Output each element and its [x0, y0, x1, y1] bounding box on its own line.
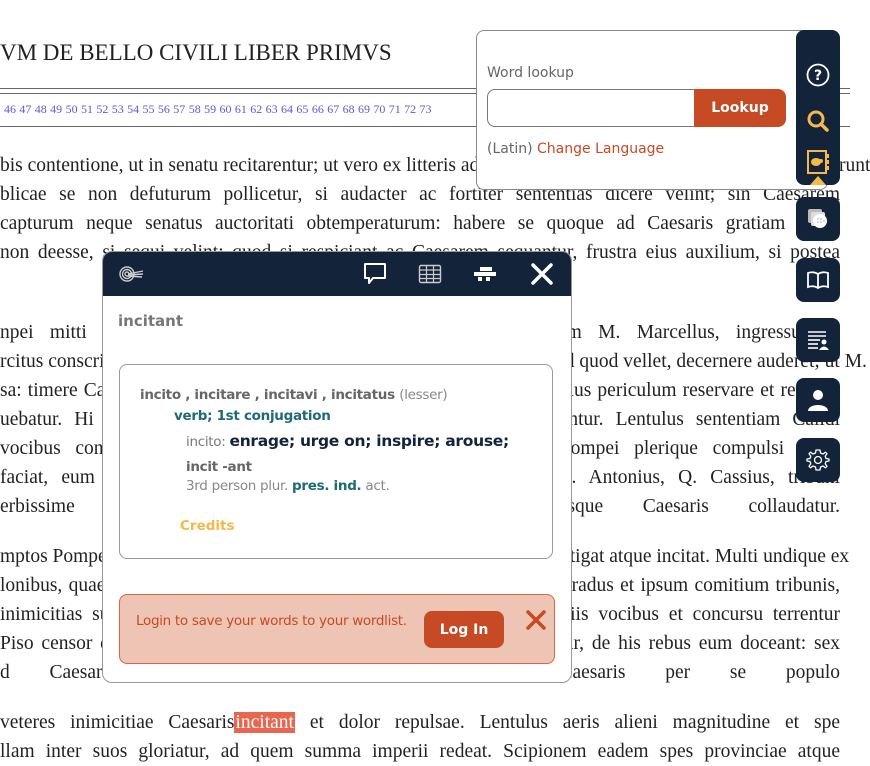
svg-text:?: ? [814, 68, 822, 84]
page-link[interactable]: 60 [219, 102, 231, 116]
highlighted-word[interactable]: incitant [234, 712, 295, 733]
close-icon [531, 263, 553, 285]
page-link[interactable]: 59 [204, 102, 216, 116]
page-link[interactable]: 69 [358, 102, 370, 116]
definition-text: enrage; urge on; inspire; arouse; [229, 432, 509, 450]
login-button[interactable]: Log In [424, 611, 504, 648]
page-link[interactable]: 61 [235, 102, 247, 116]
gear-icon [806, 449, 830, 471]
table-icon [418, 264, 442, 284]
text-segment: veteres inimicitiae Caesaris [0, 712, 235, 733]
selected-word: incitant [118, 312, 183, 330]
page-link[interactable]: 56 [158, 102, 170, 116]
page-link[interactable]: 55 [143, 102, 155, 116]
change-language-link[interactable]: Change Language [537, 141, 664, 157]
reader-button[interactable] [796, 258, 840, 302]
toolbar-panel: ? [796, 30, 840, 185]
close-icon [526, 610, 546, 630]
help-button[interactable]: ? [796, 60, 840, 90]
close-popup-button[interactable] [527, 252, 557, 296]
parse-button[interactable] [471, 252, 499, 296]
principal-parts: incito , incitare , incitavi , incitatus… [140, 387, 448, 403]
login-banner: Login to save your words to your wordlis… [119, 594, 555, 664]
page-link[interactable]: 72 [404, 102, 416, 116]
frequency-label: (lesser) [399, 387, 448, 403]
parse-blocks-icon [474, 267, 496, 281]
search-icon [807, 110, 829, 132]
page-link[interactable]: 49 [50, 102, 62, 116]
language-row: (Latin) Change Language [487, 141, 664, 157]
text-line: capturum neque senatus auctoritati obtem… [0, 213, 840, 234]
open-book-icon [807, 271, 829, 290]
page-link[interactable]: 58 [189, 102, 201, 116]
text-line: veteres inimicitiae Caesarisincitant et … [0, 708, 840, 737]
credits-link[interactable]: Credits [180, 518, 235, 534]
dictionary-book-icon [807, 150, 829, 174]
popup-header [103, 252, 571, 296]
page-link[interactable]: 65 [296, 102, 308, 116]
page-link[interactable]: 54 [127, 102, 139, 116]
page-link[interactable]: 66 [312, 102, 324, 116]
page-link[interactable]: 64 [281, 102, 293, 116]
word-lookup-panel: Word lookup Lookup (Latin) Change Langua… [476, 30, 828, 190]
morph-tense: pres. ind. [292, 478, 362, 494]
page-number-nav: 46 47 48 49 50 51 52 53 54 55 56 57 58 59 60 61 62 63 64 65… [4, 102, 435, 117]
page-link[interactable]: 52 [96, 102, 108, 116]
page-link[interactable]: 50 [66, 102, 78, 116]
dictionary-entry: incito , incitare , incitavi , incitatus… [119, 364, 553, 559]
active-indicator-icon [810, 176, 826, 185]
page-link[interactable]: 67 [327, 102, 339, 116]
part-of-speech: verb; 1st conjugation [174, 408, 331, 424]
dictionary-button[interactable] [796, 148, 840, 178]
logo-icon [119, 266, 144, 282]
page-link[interactable]: 62 [250, 102, 262, 116]
page-link[interactable]: 63 [266, 102, 278, 116]
text-line: llam inter suos gloriatur, ad quem summa… [0, 741, 840, 762]
wordlist-button[interactable] [796, 318, 840, 362]
current-language: (Latin) [487, 141, 533, 157]
page-link[interactable]: 53 [112, 102, 124, 116]
definition-lemma: incito: [186, 434, 226, 450]
speech-bubble-icon [364, 263, 386, 284]
page-link[interactable]: 51 [81, 102, 93, 116]
morph-person: 3rd person plur. [186, 478, 289, 494]
morph-voice: act. [365, 478, 390, 494]
login-message: Login to save your words to your wordlis… [136, 613, 407, 629]
flashcards-icon [808, 209, 827, 228]
search-button[interactable] [796, 106, 840, 136]
page-link[interactable]: 47 [19, 102, 31, 116]
text-segment: et dolor repulsae. Lentulus aeris alieni… [294, 712, 840, 733]
table-button[interactable] [416, 252, 444, 296]
account-button[interactable] [796, 378, 840, 422]
dismiss-login-button[interactable] [522, 605, 550, 635]
stem-ending: incit -ant [186, 459, 252, 475]
question-circle-icon: ? [806, 63, 830, 87]
app-logo [117, 252, 145, 296]
definition: incito: enrage; urge on; inspire; arouse… [186, 432, 509, 450]
comment-button[interactable] [361, 252, 389, 296]
word-lookup-input[interactable] [487, 89, 694, 127]
page-link[interactable]: 57 [173, 102, 185, 116]
user-icon [808, 390, 828, 411]
settings-button[interactable] [796, 438, 840, 482]
flashcards-button[interactable] [796, 197, 840, 241]
morphology: 3rd person plur. pres. ind. act. [186, 478, 390, 494]
page-link[interactable]: 71 [389, 102, 401, 116]
word-lookup-label: Word lookup [487, 65, 574, 81]
principal-parts-text: incito , incitare , incitavi , incitatus [140, 387, 395, 403]
page-link[interactable]: 70 [373, 102, 385, 116]
page-link[interactable]: 46 [4, 102, 16, 116]
document-title: VM DE BELLO CIVILI LIBER PRIMVS [0, 40, 392, 65]
page-link[interactable]: 68 [343, 102, 355, 116]
page-link[interactable]: 73 [420, 102, 432, 116]
lookup-button[interactable]: Lookup [694, 89, 786, 127]
definition-popup: incitant incito , incitare , incitavi , … [102, 251, 572, 683]
page-link[interactable]: 48 [35, 102, 47, 116]
wordlist-user-icon [808, 331, 829, 350]
